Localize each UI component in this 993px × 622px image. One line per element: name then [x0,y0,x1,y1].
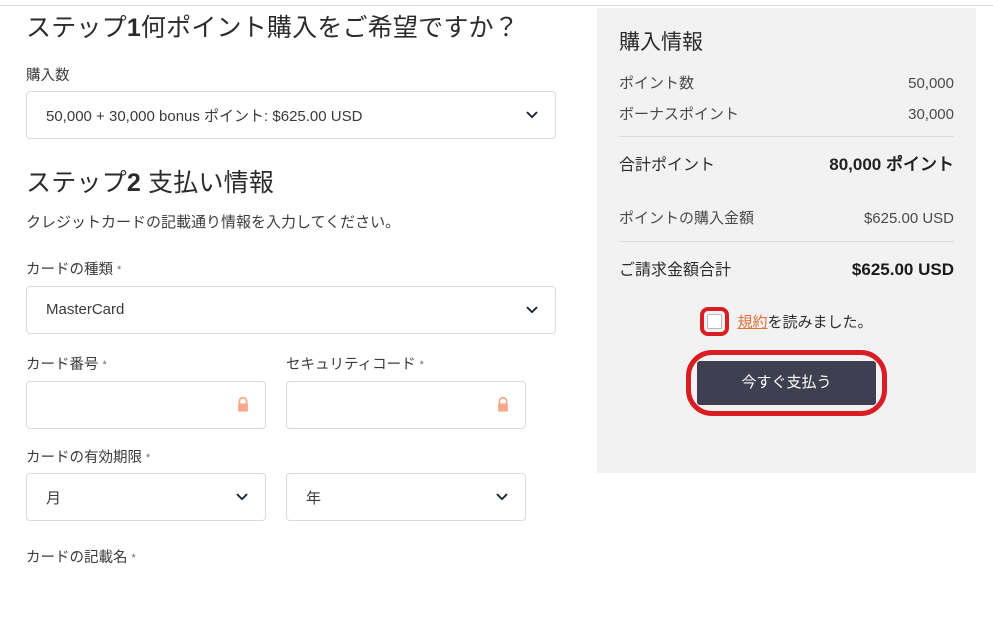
terms-text: 規約を読みました。 [737,311,872,332]
summary-row-purchase-amount: ポイントの購入金額 $625.00 USD [619,204,954,235]
terms-link[interactable]: 規約 [737,314,767,331]
quantity-label: 購入数 [26,67,70,84]
pay-button-highlight: 今すぐ支払う [686,349,887,416]
summary-row-grand-total: ご請求金額合計 $625.00 USD [619,248,954,289]
chevron-down-icon [526,111,538,119]
card-number-label-text: カード番号 [26,356,99,373]
expiry-month-select[interactable]: 月 [26,473,266,522]
pay-button-area: 今すぐ支払う [619,349,954,416]
security-code-group: セキュリティコード * [286,356,526,429]
summary-row-total-points: 合計ポイント 80,000 ポイント [619,143,954,184]
expiry-label-text: カードの有効期限 [26,449,142,466]
cardholder-name-label: カードの記載名 * [26,549,556,568]
expiry-year-group: 年 [286,473,526,522]
checkout-form-column: ステップ1何ポイント購入をご希望ですか？ 購入数 50,000 + 30,000… [26,12,556,574]
purchase-summary-panel: 購入情報 ポイント数 50,000 ボーナスポイント 30,000 合計ポイント… [597,8,976,473]
step1-heading: ステップ1何ポイント購入をご希望ですか？ [26,12,556,45]
required-mark: * [419,358,424,371]
summary-divider [619,240,954,242]
required-mark: * [146,451,151,464]
card-number-label: カード番号 * [26,356,266,375]
summary-row-bonus-points: ボーナスポイント 30,000 [619,100,954,131]
card-number-group: カード番号 * [26,356,266,429]
chevron-down-icon [236,494,248,501]
expiry-label: カードの有効期限 * [26,449,556,468]
step1-heading-number: 1 [126,14,141,42]
expiry-month-group: 月 [26,473,266,522]
card-type-label-text: カードの種類 [26,261,113,278]
terms-rest-text: を読みました。 [767,313,873,331]
security-code-label: セキュリティコード * [286,356,526,375]
summary-row-value: 30,000 [908,105,954,123]
summary-row-value: 50,000 [908,75,954,93]
security-code-label-text: セキュリティコード [286,356,416,373]
step2-heading-rest: 支払い情報 [140,169,275,198]
chevron-down-icon [496,494,508,501]
card-number-input[interactable] [26,380,266,429]
lock-icon [238,396,248,412]
summary-row-value: 80,000 ポイント [829,155,954,175]
step1-heading-rest: 何ポイント購入をご希望ですか？ [140,14,519,42]
card-type-select[interactable]: MasterCard [26,285,556,334]
pay-now-button[interactable]: 今すぐ支払う [697,360,876,405]
expiry-year-select[interactable]: 年 [286,473,526,522]
checkout-page: ステップ1何ポイント購入をご希望ですか？ 購入数 50,000 + 30,000… [0,0,993,622]
summary-title: 購入情報 [619,31,703,54]
required-mark: * [102,358,107,371]
required-mark: * [117,263,122,276]
summary-row-label: ご請求金額合計 [619,261,732,279]
summary-row-label: ポイントの購入金額 [619,210,755,228]
card-type-label: カードの種類 * [26,261,556,280]
step2-description: クレジットカードの記載通り情報を入力してください。 [26,213,401,231]
step1-heading-prefix: ステップ [26,14,127,42]
terms-checkbox-highlight [700,306,730,336]
page-top-divider [0,5,993,6]
step2-heading-number: 2 [126,169,141,198]
cardholder-name-label-text: カードの記載名 [26,550,128,567]
expiry-row: 月 年 [26,473,556,522]
step2-heading-prefix: ステップ [26,169,127,198]
terms-agreement-row: 規約を読みました。 [619,306,954,336]
summary-row-value: $625.00 USD [863,210,954,228]
quantity-select[interactable]: 50,000 + 30,000 bonus ポイント: $625.00 USD [26,91,556,140]
summary-row-value: $625.00 USD [851,259,954,279]
step2-heading: ステップ2 支払い情報 [26,167,556,200]
summary-divider [619,136,954,138]
chevron-down-icon [526,306,538,313]
summary-row-points: ポイント数 50,000 [619,69,954,100]
terms-checkbox[interactable] [707,313,723,329]
summary-row-label: ボーナスポイント [619,105,740,123]
required-mark: * [131,552,136,565]
card-type-select-value: MasterCard [46,301,125,319]
summary-row-label: ポイント数 [619,75,695,93]
quantity-select-value: 50,000 + 30,000 bonus ポイント: $625.00 USD [46,107,363,125]
summary-row-label: 合計ポイント [619,157,716,175]
expiry-year-value: 年 [306,489,322,507]
lock-icon [498,396,508,412]
security-code-input[interactable] [286,380,526,429]
expiry-month-value: 月 [46,489,62,507]
card-number-security-row: カード番号 * セキュリティコード * [26,356,556,429]
